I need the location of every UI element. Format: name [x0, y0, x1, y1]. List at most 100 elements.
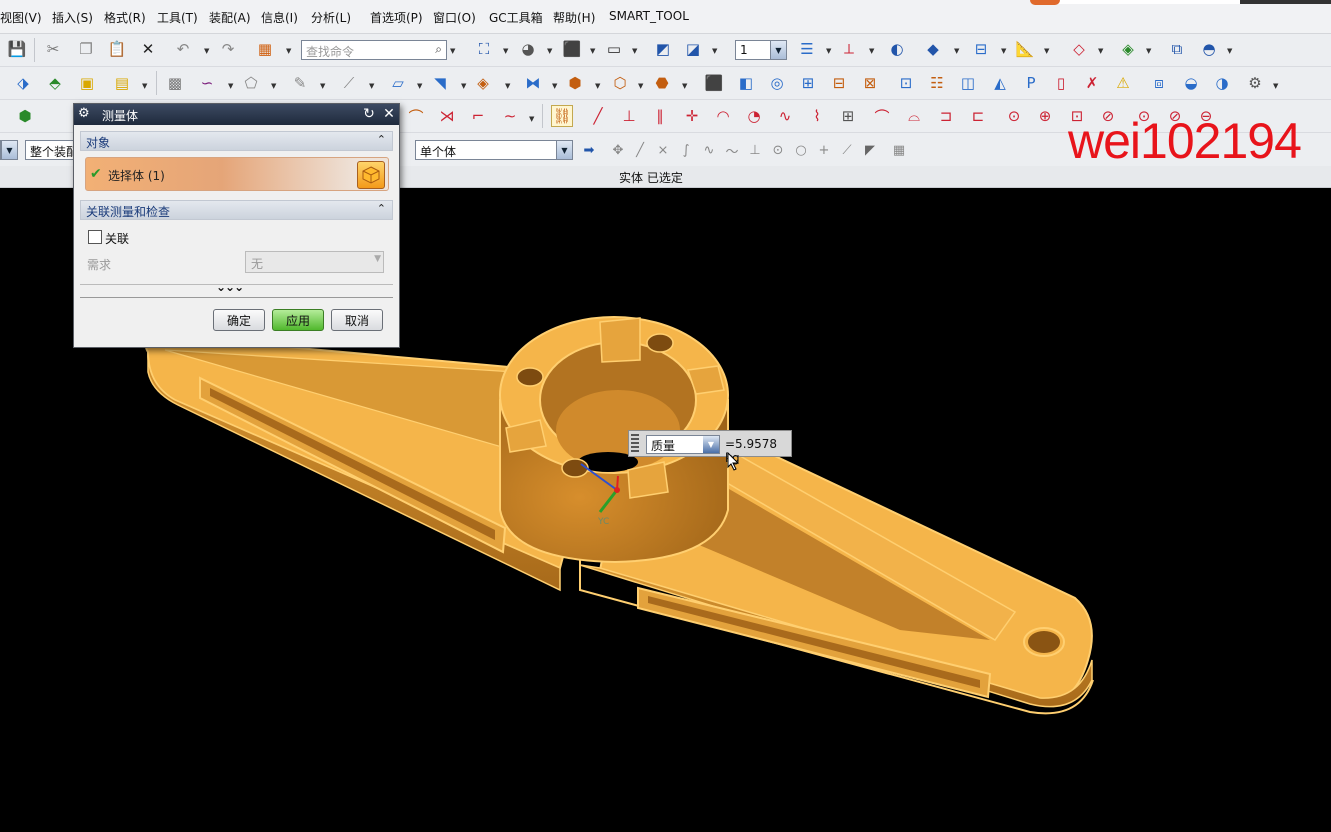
blend-icon[interactable]: ⟋ — [338, 72, 360, 94]
undo-dropdown-icon[interactable]: ▼ — [204, 47, 209, 55]
extend-icon[interactable]: ⊏ — [967, 105, 989, 127]
blend-dropdown-icon[interactable]: ▼ — [369, 82, 374, 90]
chamfer-icon[interactable]: ◭ — [989, 72, 1011, 94]
menu-window[interactable]: 窗口(O) — [433, 9, 476, 26]
project-curve-icon[interactable]: ⌐ — [467, 105, 489, 127]
wcs-dropdown-icon[interactable]: ▼ — [869, 47, 874, 55]
arrow-right-icon[interactable]: ➡ — [578, 139, 600, 161]
snap-circle-icon[interactable]: ⊙ — [767, 139, 789, 161]
orient-dropdown-icon[interactable]: ▼ — [590, 47, 595, 55]
block-icon[interactable]: ⬛ — [703, 72, 725, 94]
synchronous-icon[interactable]: ⚙ — [1244, 72, 1266, 94]
curve-dropdown-icon[interactable]: ▼ — [228, 82, 233, 90]
snap-slash-icon[interactable]: ⟋ — [836, 139, 858, 161]
chevron-down-icon[interactable]: ▼ — [703, 436, 719, 453]
render-style-icon[interactable]: ◕ — [517, 38, 539, 60]
chamfer-curve-icon[interactable]: ⌓ — [903, 105, 925, 127]
menu-format[interactable]: 格式(R) — [104, 9, 146, 26]
pattern-dropdown-icon[interactable]: ▼ — [505, 82, 510, 90]
offset-dropdown-icon[interactable]: ▼ — [271, 82, 276, 90]
menu-insert[interactable]: 插入(S) — [52, 9, 93, 26]
layer-settings-icon[interactable]: ☰ — [796, 38, 818, 60]
surface-analysis-icon[interactable]: ◇ — [1068, 38, 1090, 60]
associative-checkbox[interactable] — [88, 230, 102, 244]
helix-icon[interactable]: ⌇ — [806, 105, 828, 127]
draft-icon[interactable]: ⚠ — [1112, 72, 1134, 94]
pattern-icon[interactable]: ◈ — [472, 72, 494, 94]
unite-icon[interactable]: ⬢ — [564, 72, 586, 94]
chevron-down-icon[interactable]: ▼ — [1, 141, 17, 159]
subtract-dropdown-icon[interactable]: ▼ — [638, 82, 643, 90]
replace-face-icon[interactable]: ◒ — [1180, 72, 1202, 94]
move-face-icon[interactable]: ⧈ — [1148, 72, 1170, 94]
undo-icon[interactable]: ↶ — [172, 38, 194, 60]
groove-icon[interactable]: ☷ — [926, 72, 948, 94]
snap-face-icon[interactable]: ◤ — [859, 139, 881, 161]
snap-curve-icon[interactable]: ∫ — [675, 139, 697, 161]
line-icon[interactable]: ╱ — [587, 105, 609, 127]
chevron-down-icon[interactable]: ▼ — [770, 41, 786, 59]
menu-info[interactable]: 信息(I) — [261, 9, 298, 26]
intersect-dropdown-icon[interactable]: ▼ — [682, 82, 687, 90]
measure-distance-icon[interactable]: ⊟ — [970, 38, 992, 60]
section-object-header[interactable]: 对象 ⌃ — [80, 131, 393, 151]
finder-dropdown-icon[interactable]: ▼ — [286, 47, 291, 55]
pad-icon[interactable]: ⊠ — [859, 72, 881, 94]
trim-body-icon[interactable]: ✗ — [1081, 72, 1103, 94]
collapse-icon[interactable]: ⌃ — [377, 202, 386, 215]
snap-spline-icon[interactable]: ∿ — [698, 139, 720, 161]
clip-view-icon[interactable]: ◪ — [682, 38, 704, 60]
section-view-icon[interactable]: ◩ — [652, 38, 674, 60]
measure-type-select[interactable]: 质量 ▼ — [646, 435, 720, 454]
search-dropdown-icon[interactable]: ▼ — [450, 47, 455, 55]
sketch-icon[interactable]: ⬗ — [12, 72, 34, 94]
snap-cross-icon[interactable]: ⨯ — [652, 139, 674, 161]
sync-dropdown-icon[interactable]: ▼ — [1273, 82, 1278, 90]
cut-icon[interactable]: ✂ — [42, 38, 64, 60]
curvature-dropdown-icon[interactable]: ▼ — [1146, 47, 1151, 55]
snap-wave-icon[interactable]: 〜 — [721, 139, 743, 161]
collapse-icon[interactable]: ⌃ — [377, 133, 386, 146]
snap-view-icon[interactable]: ◆ — [922, 38, 944, 60]
menu-help[interactable]: 帮助(H) — [553, 9, 595, 26]
text-dropdown-icon[interactable]: ▼ — [142, 82, 147, 90]
corner-icon[interactable]: ⊐ — [935, 105, 957, 127]
menu-preferences[interactable]: 首选项(P) — [370, 9, 423, 26]
select-body-row[interactable]: ✔ 选择体 (1) — [85, 157, 389, 191]
grid-icon[interactable]: ⊞ — [837, 105, 859, 127]
orient-view-icon[interactable]: ⬛ — [561, 38, 583, 60]
sweep-icon[interactable]: ◥ — [429, 72, 451, 94]
pocket-icon[interactable]: ⊟ — [828, 72, 850, 94]
snap-quadrant-icon[interactable]: ⊕ — [1034, 105, 1056, 127]
fit-dropdown-icon[interactable]: ▼ — [503, 47, 508, 55]
unite-dropdown-icon[interactable]: ▼ — [595, 82, 600, 90]
angle-dropdown-icon[interactable]: ▼ — [1044, 47, 1049, 55]
measure-dropdown-icon[interactable]: ▼ — [1001, 47, 1006, 55]
revolve-icon[interactable]: ▣ — [76, 72, 98, 94]
point-icon[interactable]: ⬢ — [14, 105, 36, 127]
menu-analysis[interactable]: 分析(L) — [311, 9, 351, 26]
offset-curve-dropdown-icon[interactable]: ▼ — [529, 115, 534, 123]
section-assoc-header[interactable]: 关联测量和检查 ⌃ — [80, 200, 393, 220]
shell-icon[interactable]: P — [1020, 72, 1042, 94]
snap-all-icon[interactable]: ✥ — [607, 139, 629, 161]
ok-button[interactable]: 确定 — [213, 309, 265, 331]
render-dropdown-icon[interactable]: ▼ — [547, 47, 552, 55]
chain-icon[interactable]: ⛓ — [551, 105, 573, 127]
offset-icon[interactable]: ⬠ — [240, 72, 262, 94]
hole-icon[interactable]: ◎ — [766, 72, 788, 94]
assembly-scope-select[interactable]: 整个装配 — [25, 140, 79, 160]
curve-icon[interactable]: ∽ — [196, 72, 218, 94]
sweep-dropdown-icon[interactable]: ▼ — [461, 82, 466, 90]
menu-tools[interactable]: 工具(T) — [157, 9, 198, 26]
edge-blend-icon[interactable]: ◫ — [957, 72, 979, 94]
gear-icon[interactable]: ⚙ — [78, 106, 90, 121]
circle-arc-icon[interactable]: ◔ — [743, 105, 765, 127]
drag-grip-icon[interactable] — [631, 434, 639, 454]
snap-dropdown-icon[interactable]: ▼ — [954, 47, 959, 55]
offset-curve-icon[interactable]: ∼ — [499, 105, 521, 127]
clip-dropdown-icon[interactable]: ▼ — [712, 47, 717, 55]
thread-icon[interactable]: ▯ — [1050, 72, 1072, 94]
command-finder-icon[interactable]: ▦ — [254, 38, 276, 60]
background-dropdown-icon[interactable]: ▼ — [632, 47, 637, 55]
